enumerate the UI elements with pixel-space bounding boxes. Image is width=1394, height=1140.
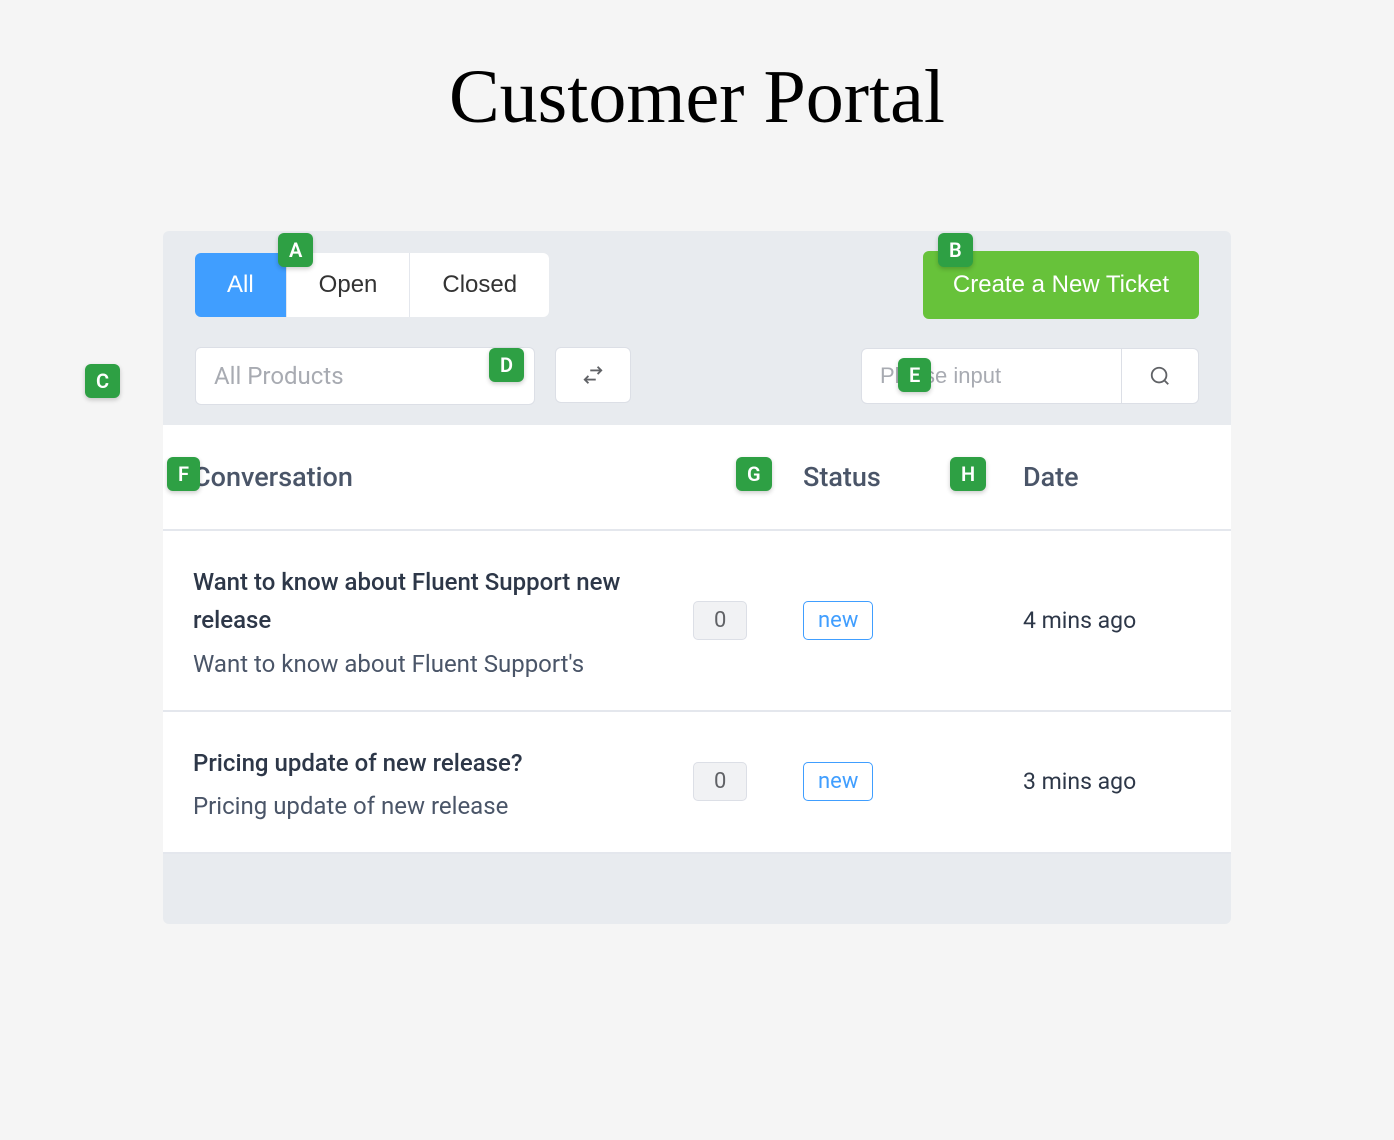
th-date: Date bbox=[1023, 461, 1201, 493]
marker-c: C bbox=[85, 364, 120, 398]
ticket-row[interactable]: Pricing update of new release? Pricing u… bbox=[163, 712, 1231, 854]
ticket-count-cell: 0 bbox=[693, 601, 803, 640]
filter-tab-all[interactable]: All bbox=[195, 253, 287, 317]
page-title: Customer Portal bbox=[0, 0, 1394, 231]
left-controls: All Products bbox=[195, 347, 631, 405]
filter-tab-closed[interactable]: Closed bbox=[410, 253, 549, 317]
marker-f: F bbox=[167, 457, 200, 491]
search-icon bbox=[1149, 365, 1171, 387]
marker-g: G bbox=[736, 457, 772, 491]
ticket-count-cell: 0 bbox=[693, 762, 803, 801]
ticket-status-cell: new bbox=[803, 601, 1023, 640]
marker-e: E bbox=[898, 358, 931, 392]
sort-icon bbox=[582, 364, 604, 386]
search-button[interactable] bbox=[1121, 348, 1199, 404]
ticket-title[interactable]: Want to know about Fluent Support new re… bbox=[193, 563, 693, 640]
tickets-table: Conversation Status Date Want to know ab… bbox=[163, 425, 1231, 854]
marker-b: B bbox=[938, 233, 973, 267]
th-status: Status bbox=[803, 461, 1023, 493]
th-conversation: Conversation bbox=[193, 461, 693, 493]
ticket-date: 3 mins ago bbox=[1023, 768, 1201, 795]
table-header: Conversation Status Date bbox=[163, 425, 1231, 531]
ticket-status-cell: new bbox=[803, 762, 1023, 801]
ticket-preview: Want to know about Fluent Support's bbox=[193, 650, 693, 678]
toolbar-second: All Products bbox=[163, 319, 1231, 425]
reply-count-badge: 0 bbox=[693, 601, 747, 640]
product-select[interactable]: All Products bbox=[195, 347, 535, 405]
ticket-title[interactable]: Pricing update of new release? bbox=[193, 744, 693, 782]
portal-container: All Open Closed Create a New Ticket All … bbox=[163, 231, 1231, 924]
marker-a: A bbox=[278, 233, 313, 267]
reply-count-badge: 0 bbox=[693, 762, 747, 801]
sort-button[interactable] bbox=[555, 347, 631, 403]
ticket-row[interactable]: Want to know about Fluent Support new re… bbox=[163, 531, 1231, 712]
toolbar-top: All Open Closed Create a New Ticket bbox=[163, 231, 1231, 319]
filter-tabs: All Open Closed bbox=[195, 253, 549, 317]
marker-d: D bbox=[489, 348, 524, 382]
ticket-conversation: Want to know about Fluent Support new re… bbox=[193, 563, 693, 678]
marker-h: H bbox=[950, 457, 986, 491]
status-badge: new bbox=[803, 762, 873, 801]
ticket-conversation: Pricing update of new release? Pricing u… bbox=[193, 744, 693, 820]
product-select-label: All Products bbox=[214, 362, 344, 390]
ticket-date: 4 mins ago bbox=[1023, 607, 1201, 634]
status-badge: new bbox=[803, 601, 873, 640]
ticket-preview: Pricing update of new release bbox=[193, 792, 693, 820]
